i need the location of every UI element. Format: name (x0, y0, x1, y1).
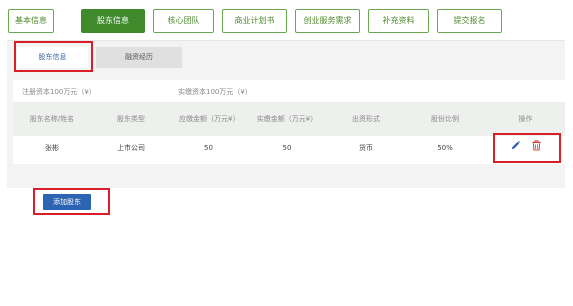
tab-basic-info[interactable]: 基本信息 (8, 9, 54, 33)
cell-share-ratio: 50% (437, 144, 453, 152)
tab-shareholder-info[interactable]: 股东信息 (81, 9, 145, 33)
highlight-actions (493, 133, 561, 163)
cell-shareholder-type: 上市公司 (117, 144, 145, 152)
cell-shareholder-name: 张彬 (45, 144, 59, 152)
col-header-name: 股东名称/姓名 (29, 115, 75, 123)
col-header-actions: 操作 (518, 115, 533, 123)
col-header-due-amount: 应缴金额（万元¥） (179, 115, 240, 123)
tab-core-team[interactable]: 核心团队 (153, 9, 214, 33)
cell-paid-amount: 50 (282, 144, 292, 152)
highlight-add-button (33, 188, 110, 215)
tab-business-plan[interactable]: 商业计划书 (222, 9, 287, 33)
tab-startup-service-needs[interactable]: 创业服务需求 (295, 9, 360, 33)
paid-in-capital-text: 实缴资本100万元（¥） (178, 88, 252, 96)
col-header-paid-amount: 实缴金额（万元¥） (256, 115, 318, 123)
col-header-contribution-form: 出资形式 (352, 115, 380, 123)
tab-supplementary-materials[interactable]: 补充资料 (368, 9, 429, 33)
subtab-financing-history[interactable]: 融资经历 (96, 47, 182, 68)
col-header-type: 股东类型 (117, 115, 145, 123)
highlight-subtab (14, 41, 93, 72)
tab-submit-registration[interactable]: 提交报名 (437, 9, 502, 33)
cell-contribution-form: 货币 (359, 144, 373, 152)
col-header-share-ratio: 股份比例 (431, 115, 459, 123)
registered-capital-text: 注册资本100万元（¥） (22, 88, 96, 96)
cell-due-amount: 50 (204, 144, 213, 152)
